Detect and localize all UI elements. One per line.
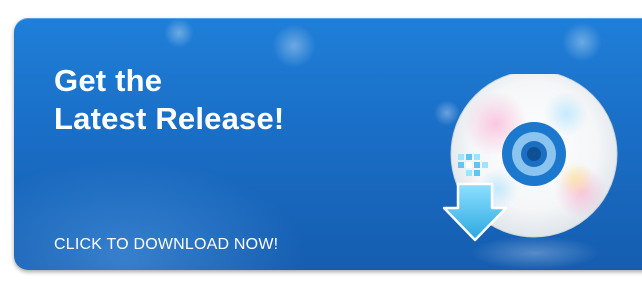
- headline-line-2: Latest Release!: [54, 101, 285, 136]
- bokeh-light: [562, 22, 602, 62]
- headline: Get the Latest Release!: [54, 62, 284, 138]
- bokeh-light: [164, 18, 194, 48]
- cd-disc-icon: [436, 70, 636, 274]
- headline-line-1: Get the: [54, 63, 163, 98]
- download-now-link[interactable]: CLICK TO DOWNLOAD NOW!: [54, 236, 278, 254]
- cd-disc-graphic: [442, 70, 618, 242]
